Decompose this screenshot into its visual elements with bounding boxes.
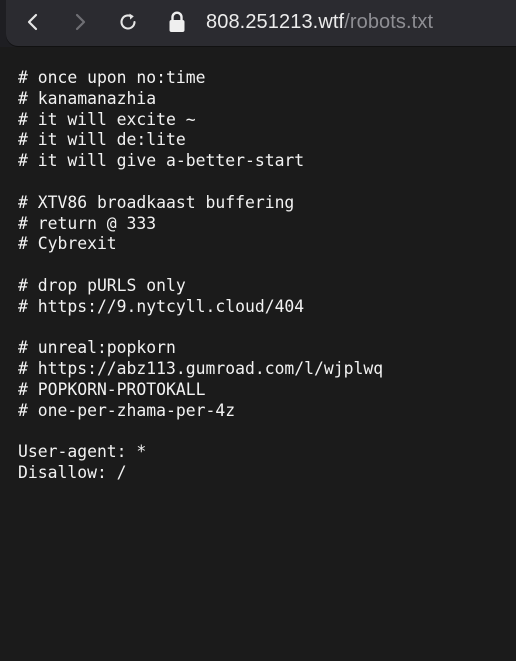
disallow-line: Disallow: / <box>18 463 127 483</box>
text-line: # return @ 333 <box>18 213 157 233</box>
chevron-left-icon <box>27 13 38 31</box>
url-host: 251213.wtf <box>245 11 345 33</box>
reload-button[interactable] <box>114 8 142 36</box>
text-line: # drop pURLS only <box>18 275 186 295</box>
text-line: # https://abz113.gumroad.com/l/wjplwq <box>18 359 384 379</box>
url-path: /robots.txt <box>344 11 434 33</box>
text-line: # Cybrexit <box>18 234 117 254</box>
page-content: # once upon no:time # kanamanazhia # it … <box>0 47 516 661</box>
back-button[interactable] <box>19 8 47 36</box>
text-line: # XTV86 broadkaast buffering <box>18 192 295 212</box>
text-line: # https://9.nytcyll.cloud/404 <box>18 296 305 316</box>
text-line: # it will give a-better-start <box>18 151 305 171</box>
toolbar-bar: 808.251213.wtf/robots.txt <box>6 0 516 46</box>
text-line: # it will de:lite <box>18 130 186 150</box>
url-prefix: 808. <box>206 11 246 33</box>
text-line: # it will excite ~ <box>18 109 196 129</box>
user-agent-line: User-agent: * <box>18 442 147 462</box>
text-line: # POPKORN-PROTOKALL <box>18 379 206 399</box>
address-bar[interactable]: 808.251213.wtf/robots.txt <box>206 9 433 35</box>
text-line: # kanamanazhia <box>18 88 157 108</box>
lock-icon <box>167 10 187 34</box>
reload-icon <box>120 13 136 30</box>
chevron-right-icon <box>75 13 86 31</box>
text-line: # unreal:popkorn <box>18 338 176 358</box>
text-line: # one-per-zhama-per-4z <box>18 400 236 420</box>
browser-toolbar: 808.251213.wtf/robots.txt <box>0 0 516 47</box>
robots-txt-document: # once upon no:time # kanamanazhia # it … <box>18 68 383 484</box>
forward-button[interactable] <box>66 8 94 36</box>
text-line: # once upon no:time <box>18 68 206 87</box>
